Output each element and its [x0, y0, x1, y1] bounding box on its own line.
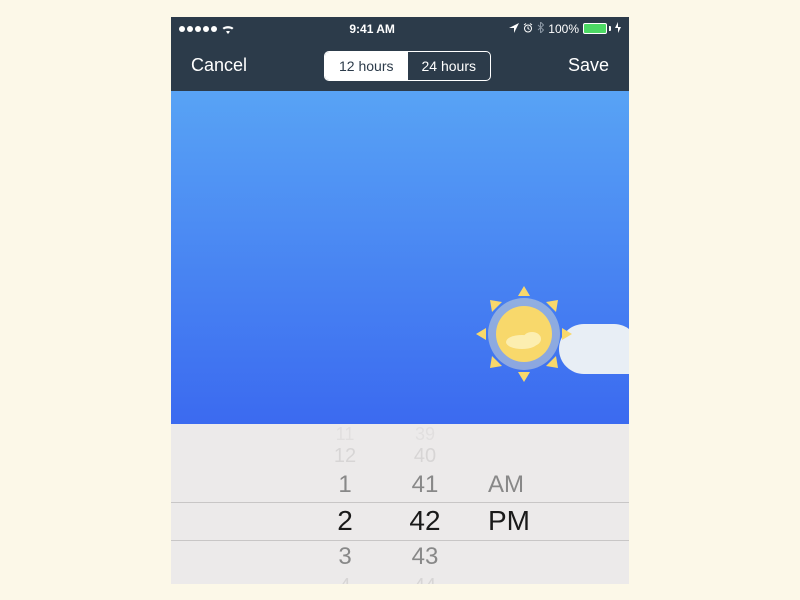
picker-item: 4 — [320, 574, 370, 584]
picker-item: 44 — [400, 574, 450, 584]
seg-24-hours[interactable]: 24 hours — [408, 52, 490, 80]
picker-spacer — [480, 424, 540, 444]
time-picker[interactable]: 11 12 1 2 3 4 5 39 40 41 42 43 44 45 AM — [171, 424, 629, 584]
sun-icon — [469, 279, 579, 394]
picker-item: 39 — [400, 424, 450, 444]
picker-item: 40 — [400, 444, 450, 468]
wifi-icon — [221, 24, 235, 34]
picker-item: AM — [480, 468, 540, 502]
signal-dots-icon — [179, 26, 217, 32]
phone-frame: 9:41 AM 100% Cancel 12 hours 2 4 — [171, 17, 629, 584]
status-left — [179, 24, 235, 34]
battery-icon — [583, 23, 611, 34]
location-icon — [509, 22, 519, 36]
picker-spacer — [480, 444, 540, 468]
picker-item-selected: PM — [480, 502, 540, 540]
picker-item: 3 — [320, 540, 370, 574]
picker-item-selected: 42 — [400, 502, 450, 540]
picker-item: 43 — [400, 540, 450, 574]
alarm-icon — [523, 22, 533, 36]
picker-divider — [171, 502, 629, 503]
picker-item: 12 — [320, 444, 370, 468]
ampm-wheel[interactable]: AM PM — [480, 424, 540, 584]
sky-illustration — [171, 91, 629, 424]
minute-wheel[interactable]: 39 40 41 42 43 44 45 — [400, 424, 450, 584]
hour-wheel[interactable]: 11 12 1 2 3 4 5 — [320, 424, 370, 584]
charging-icon — [615, 22, 621, 36]
picker-divider — [171, 540, 629, 541]
nav-bar: Cancel 12 hours 24 hours Save — [171, 41, 629, 91]
picker-item: 41 — [400, 468, 450, 502]
status-time: 9:41 AM — [235, 22, 509, 36]
picker-item-selected: 2 — [320, 502, 370, 540]
status-right: 100% — [509, 22, 621, 36]
seg-12-hours[interactable]: 12 hours — [325, 52, 407, 80]
bluetooth-icon — [537, 22, 544, 36]
status-bar: 9:41 AM 100% — [171, 17, 629, 41]
picker-item: 1 — [320, 468, 370, 502]
picker-item: 11 — [320, 424, 370, 444]
hour-format-segmented-control: 12 hours 24 hours — [324, 51, 491, 81]
save-button[interactable]: Save — [568, 55, 609, 76]
cancel-button[interactable]: Cancel — [191, 55, 247, 76]
battery-percent: 100% — [548, 22, 579, 36]
